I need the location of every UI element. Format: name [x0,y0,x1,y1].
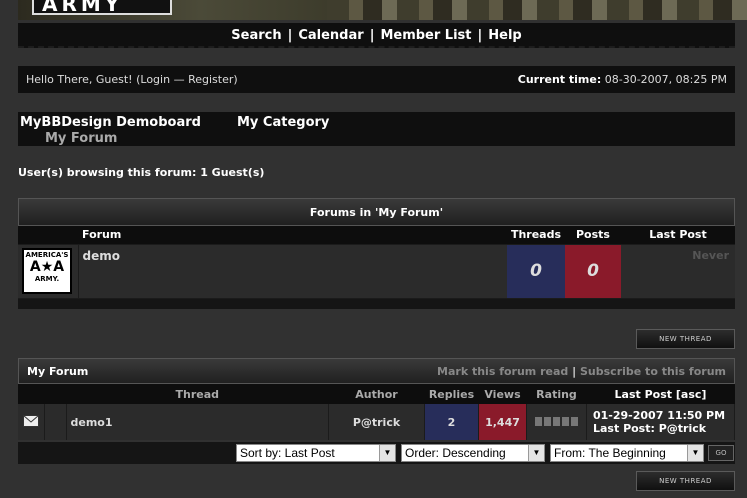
time-label: Current time: [517,73,602,86]
forum-row: AMERICA'S A★A ARMY. demo 0 0 Never [18,243,735,298]
thread-last-post: 01-29-2007 11:50 PM Last Post: P@trick [586,404,735,440]
breadcrumb-board-link[interactable]: MyBBDesign Demoboard [20,115,201,130]
from-value: From: The Beginning [554,446,666,460]
thread-status-cell [18,404,45,440]
sort-by-value: Sort by: Last Post [240,446,335,460]
header-banner: ARMY [18,0,747,20]
sort-bar: Sort by: Last Post ▼ Order: Descending ▼ F… [18,442,735,464]
forum-link[interactable]: demo [83,249,120,263]
last-post-date[interactable]: 01-29-2007 11:50 PM [593,409,734,422]
current-time: Current time: 08-30-2007, 08:25 PM [518,66,727,93]
order-select[interactable]: Order: Descending ▼ [401,444,545,462]
thread-header[interactable]: Thread [66,384,329,404]
nav-separator: | [369,28,375,43]
last-post-value: Never [621,243,735,298]
logo-mid-text: A★A [29,258,65,275]
subforums-footer [18,297,735,309]
site-logo[interactable]: ARMY [32,0,172,15]
forum-icon-cell: AMERICA'S A★A ARMY. [18,243,79,298]
chevron-down-icon: ▼ [687,445,703,461]
nav-memberlist-link[interactable]: Member List [380,28,471,43]
time-value: 08-30-2007, 08:25 PM [604,73,727,86]
greeting-close: ) [233,73,238,86]
breadcrumb-current-forum: My Forum [45,131,118,146]
forum-actions: Mark this forum read | Subscribe to this… [437,359,726,385]
sort-by-select[interactable]: Sort by: Last Post ▼ [236,444,396,462]
thread-list: My Forum Mark this forum read | Subscrib… [18,358,735,440]
threads-count: 0 [507,243,565,298]
author-header[interactable]: Author [328,384,425,404]
americas-army-icon: AMERICA'S A★A ARMY. [22,247,72,294]
sort-direction-link[interactable]: [asc] [676,388,707,401]
top-navigation: Search | Calendar | Member List | Help [18,23,735,48]
breadcrumb: MyBBDesign Demoboard My Category My Foru… [18,112,735,146]
logo-bottom-text: ARMY. [34,274,60,283]
thread-link[interactable]: demo1 [71,416,113,429]
chevron-down-icon: ▼ [379,445,395,461]
breadcrumb-category-link[interactable]: My Category [237,115,329,130]
last-post-header: Last Post [621,226,735,244]
envelope-icon [22,414,39,427]
forum-icon-header [18,226,78,244]
thread-post-icon-cell [44,404,67,440]
nav-help-link[interactable]: Help [488,28,521,43]
thread-list-header: My Forum Mark this forum read | Subscrib… [18,358,735,384]
thread-rating[interactable] [526,404,587,440]
login-link[interactable]: Login [140,73,170,86]
register-link[interactable]: Register [188,73,233,86]
new-thread-button[interactable]: NEW THREAD [636,329,735,349]
forum-header: Forum [78,226,507,244]
go-button[interactable]: GO [708,445,734,461]
forum-name-cell: demo [78,243,507,298]
welcome-bar: Hello There, Guest! (Login — Register) C… [18,66,735,93]
subforums-title: Forums in 'My Forum' [18,198,735,226]
threads-header: Threads [507,226,565,244]
posts-count: 0 [565,243,621,298]
greeting-dash: — [170,73,189,86]
thread-title-cell: demo1 [66,404,329,440]
nav-calendar-link[interactable]: Calendar [298,28,363,43]
order-value: Order: Descending [405,446,506,460]
nav-search-link[interactable]: Search [231,28,281,43]
actions-separator: | [572,365,577,378]
rating-header[interactable]: Rating [526,384,587,404]
thread-views: 1,447 [478,404,527,440]
last-post-sort-header[interactable]: Last Post [asc] [586,384,735,404]
status-icon-header [18,384,44,404]
nav-separator: | [287,28,293,43]
new-thread-button-bottom[interactable]: NEW THREAD [636,471,735,491]
last-post-author[interactable]: Last Post: P@trick [593,422,734,435]
thread-author[interactable]: P@trick [328,404,425,440]
thread-list-title: My Forum [27,365,89,378]
subscribe-link[interactable]: Subscribe to this forum [580,365,726,378]
subforums-table: Forums in 'My Forum' Forum Threads Posts… [18,198,735,309]
views-header[interactable]: Views [478,384,527,404]
posts-header: Posts [565,226,621,244]
thread-replies[interactable]: 2 [424,404,479,440]
banner-image [327,0,747,20]
guest-greeting: Hello There, Guest! (Login — Register) [26,66,238,93]
browsing-users: User(s) browsing this forum: 1 Guest(s) [18,166,265,179]
thread-row: demo1 P@trick 2 1,447 01-29-2007 11:50 P… [18,404,735,440]
post-icon-header [44,384,66,404]
last-post-header-text: Last Post [614,387,673,401]
replies-header[interactable]: Replies [424,384,479,404]
greeting-text: Hello There, Guest! ( [26,73,141,86]
nav-separator: | [477,28,483,43]
chevron-down-icon: ▼ [528,445,544,461]
mark-read-link[interactable]: Mark this forum read [437,365,568,378]
from-select[interactable]: From: The Beginning ▼ [550,444,704,462]
rating-stars-icon[interactable] [534,416,579,426]
